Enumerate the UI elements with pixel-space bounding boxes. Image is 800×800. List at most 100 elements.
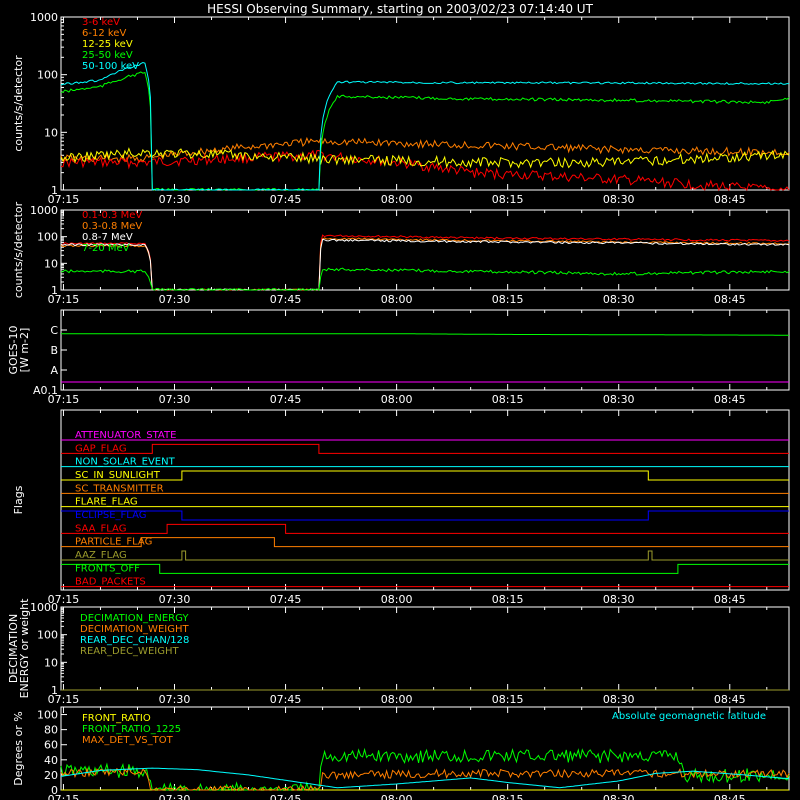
y-axis-label: Flags — [12, 485, 25, 514]
series-line — [60, 766, 790, 791]
flag-label: SC_IN_SUNLIGHT — [75, 470, 161, 481]
y-tick-label: 0 — [51, 784, 58, 797]
y-tick-label: C — [50, 324, 58, 337]
panel-frame — [60, 309, 790, 391]
y-tick-label: 1000 — [30, 204, 58, 217]
y-axis-label: counts/s/detector — [12, 201, 25, 298]
series-line — [60, 61, 789, 191]
y-tick-label: 1 — [51, 684, 58, 697]
y-tick-label: 60 — [44, 739, 58, 752]
flag-line — [61, 510, 789, 521]
flag-line — [61, 550, 789, 561]
time-tick-label: 08:45 — [714, 393, 746, 406]
legend-entry: MAX_DET_VS_TOT — [82, 735, 174, 746]
time-tick-label: 08:30 — [603, 693, 635, 706]
time-tick-label: 07:30 — [159, 593, 191, 606]
time-tick-label: 08:30 — [603, 793, 635, 800]
panel-frame — [60, 209, 790, 291]
plot-title: HESSI Observing Summary, starting on 200… — [207, 2, 593, 16]
legend-entry: 0.8-7 MeV — [82, 232, 133, 243]
panel-decimation: 07:15 07:30 07:45 08:00 08:15 08:30 08:45DECIM… — [7, 598, 790, 706]
panel-goes: 07:15 07:30 07:45 08:00 08:15 08:30 08:45GOES-… — [7, 309, 790, 406]
y-tick-label: 10 — [44, 257, 58, 270]
time-tick-label: 07:30 — [159, 293, 191, 306]
time-tick-label: 08:00 — [381, 693, 413, 706]
legend-entry: 12-25 keV — [82, 39, 133, 50]
flag-label: BAD_PACKETS — [75, 577, 146, 588]
time-tick-label: 08:15 — [492, 193, 524, 206]
time-tick-label: 08:15 — [492, 693, 524, 706]
legend-entry: REAR_DEC_CHAN/128 — [80, 635, 189, 646]
legend-entry: 25-50 keV — [82, 50, 133, 61]
observing-summary-plot: HESSI Observing Summary, starting on 200… — [7, 2, 790, 800]
y-tick-label: 100 — [37, 629, 58, 642]
time-tick-label: 07:30 — [159, 693, 191, 706]
y-axis-label: counts/s/detector — [12, 55, 25, 152]
series-line — [60, 237, 790, 291]
time-tick-label: 08:00 — [381, 793, 413, 800]
y-tick-label: 100 — [37, 231, 58, 244]
flag-label: ATTENUATOR_STATE — [75, 430, 176, 441]
y-tick-label: 100 — [37, 709, 58, 722]
time-tick-label: 07:30 — [159, 193, 191, 206]
legend-entry: 3-6 keV — [82, 17, 120, 28]
flag-line — [61, 537, 789, 548]
time-tick-label: 07:45 — [270, 693, 302, 706]
legend-entry: FRONT_RATIO — [82, 713, 151, 724]
time-tick-label: 08:15 — [492, 393, 524, 406]
time-tick-label: 08:45 — [714, 793, 746, 800]
y-tick-label: A0.1 — [33, 384, 58, 397]
time-tick-label: 08:45 — [714, 193, 746, 206]
series-line — [60, 136, 790, 164]
time-tick-label: 08:00 — [381, 193, 413, 206]
panel-flags: 07:15 07:30 07:45 08:00 08:15 08:30 08:45Flags… — [12, 409, 790, 606]
y-tick-label: 40 — [44, 754, 58, 767]
y-tick-label: 20 — [44, 769, 58, 782]
y-axis-label: Degrees or % — [12, 711, 25, 785]
time-tick-label: 08:15 — [492, 593, 524, 606]
y-tick-label: 1000 — [30, 601, 58, 614]
y-axis-label: [W m-2] — [18, 328, 31, 373]
flag-line — [61, 563, 789, 574]
time-tick-label: 08:45 — [714, 593, 746, 606]
time-tick-label: 07:30 — [159, 393, 191, 406]
time-tick-label: 08:00 — [381, 293, 413, 306]
series-line — [60, 267, 790, 291]
legend-entry: 6-12 keV — [82, 28, 126, 39]
time-tick-label: 08:30 — [603, 193, 635, 206]
time-tick-label: 08:15 — [492, 793, 524, 800]
panel-lo_energy: 07:15 07:30 07:45 08:00 08:15 08:30 08:45count… — [12, 11, 790, 206]
y-tick-label: 100 — [37, 69, 58, 82]
legend-entry: FRONT_RATIO_1225 — [82, 724, 181, 735]
y-tick-label: 10 — [44, 126, 58, 139]
y-tick-label: 80 — [44, 724, 58, 737]
time-tick-label: 08:30 — [603, 293, 635, 306]
y-tick-label: 1000 — [30, 11, 58, 24]
series-line — [60, 238, 790, 291]
time-tick-label: 07:45 — [270, 293, 302, 306]
series-line — [60, 71, 790, 191]
time-tick-label: 07:30 — [159, 793, 191, 800]
panel-ratio: 07:15 07:30 07:45 08:00 08:15 08:30 08:45Degre… — [12, 706, 790, 800]
flag-label: NON_SOLAR_EVENT — [75, 457, 176, 468]
time-tick-label: 08:30 — [603, 593, 635, 606]
legend-entry: DECIMATION_WEIGHT — [80, 624, 189, 635]
legend-entry: DECIMATION_ENERGY — [80, 613, 189, 624]
flag-line — [61, 443, 789, 454]
flag-line — [61, 523, 789, 534]
legend-entry: 50-100 keV — [82, 61, 139, 72]
legend-entry: 0.1-0.3 MeV — [82, 210, 142, 221]
legend-entry: REAR_DEC_WEIGHT — [80, 646, 179, 657]
y-tick-label: A — [50, 364, 58, 377]
y-tick-label: 1 — [51, 184, 58, 197]
y-tick-label: 10 — [44, 656, 58, 669]
time-tick-label: 07:45 — [270, 193, 302, 206]
time-tick-label: 08:00 — [381, 593, 413, 606]
legend-entry: 7-20 MeV — [82, 243, 130, 254]
time-tick-label: 08:15 — [492, 293, 524, 306]
flag-label: FRONTS_OFF — [75, 563, 140, 574]
time-tick-label: 08:30 — [603, 393, 635, 406]
time-tick-label: 07:45 — [270, 593, 302, 606]
time-tick-label: 07:45 — [270, 393, 302, 406]
y-tick-label: 1 — [51, 284, 58, 297]
